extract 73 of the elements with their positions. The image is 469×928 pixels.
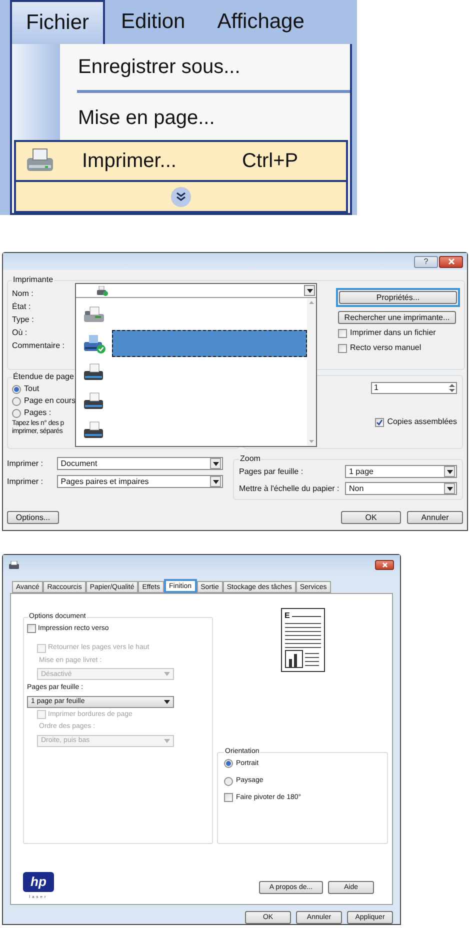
text-lines-drawing — [284, 622, 320, 648]
help-button[interactable]: ? — [414, 256, 438, 268]
field-label: Nom : — [12, 288, 34, 299]
radio-button[interactable] — [224, 776, 233, 786]
printer-icon — [82, 392, 106, 412]
checkbox-label: Recto verso manuel — [350, 342, 422, 354]
dropdown-arrow-icon — [306, 288, 312, 292]
spin-box[interactable]: 1 — [371, 382, 457, 394]
button[interactable]: Options... — [7, 511, 59, 524]
text-lines-drawing — [304, 652, 318, 668]
expand-chevron-icon[interactable] — [170, 186, 192, 208]
checkbox[interactable] — [224, 793, 233, 802]
menu-bar-item[interactable]: Edition — [105, 0, 202, 44]
group-title: Imprimante — [12, 274, 54, 286]
radio-label: Pages : — [24, 407, 52, 419]
radio-button[interactable] — [12, 396, 21, 406]
scrollbar[interactable] — [307, 298, 316, 446]
spin-arrows-icon — [448, 383, 456, 393]
button[interactable]: OK — [341, 511, 401, 524]
dropdown-arrow-icon — [212, 480, 218, 484]
printer-check-icon — [82, 334, 106, 354]
field-label: Imprimer : — [7, 458, 44, 470]
field-label: Mettre à l'échelle du papier : — [239, 482, 340, 494]
checkbox-label: Copies assemblées — [387, 416, 457, 428]
combo-box[interactable]: Document — [56, 457, 223, 470]
dropdown-arrow-icon — [164, 700, 170, 704]
page-preview: E — [280, 608, 324, 672]
menu-bar-item[interactable]: Fichier — [10, 0, 106, 44]
printer-icon — [82, 362, 106, 382]
field-label: Type : — [12, 314, 35, 325]
printer-check-icon — [96, 286, 108, 296]
button[interactable]: Rechercher une imprimante... — [338, 311, 456, 324]
field-label: Imprimer : — [7, 476, 44, 488]
dropdown-arrow-icon — [164, 672, 170, 676]
checkbox-label: Imprimer dans un fichier — [350, 327, 436, 339]
radio-button[interactable] — [12, 408, 21, 418]
close-icon — [448, 258, 454, 265]
dropdown-arrow-icon — [446, 486, 452, 490]
printer-icon — [9, 560, 19, 570]
dropdown-arrow-icon — [446, 470, 452, 474]
field-label: État : — [12, 301, 32, 312]
field-label: Commentaire : — [12, 340, 66, 351]
checkbox[interactable] — [27, 624, 36, 634]
scroll-up-icon[interactable] — [309, 301, 314, 304]
checkbox[interactable] — [338, 344, 347, 352]
printer-icon — [82, 420, 106, 440]
logo: hp — [23, 872, 54, 892]
menu-bar-item[interactable]: Affichage — [201, 0, 320, 44]
group-title: Étendue de page — [12, 371, 75, 383]
checkbox[interactable] — [338, 328, 347, 338]
group-title: Zoom — [239, 453, 262, 465]
combo-box[interactable]: Pages paires et impaires — [56, 475, 223, 488]
fax-icon — [82, 304, 106, 324]
radio-button[interactable] — [224, 759, 233, 768]
button[interactable]: Propriétés... — [339, 291, 457, 304]
combo-box[interactable] — [76, 284, 316, 298]
radio-button[interactable] — [12, 384, 21, 394]
field-label: Pages par feuille : — [239, 466, 304, 478]
scroll-down-icon[interactable] — [309, 440, 314, 443]
bar-chart-icon — [284, 650, 302, 668]
dropdown-arrow-icon — [164, 738, 170, 742]
close-button[interactable] — [375, 560, 394, 570]
combo-box[interactable]: 1 page — [345, 465, 457, 478]
combo-box[interactable]: Non — [345, 482, 457, 495]
close-icon — [382, 562, 388, 568]
close-button[interactable] — [439, 256, 463, 268]
field-label: Où : — [12, 327, 28, 338]
radio-label: Tout — [24, 383, 40, 395]
checkbox[interactable] — [375, 418, 384, 426]
dropdown-arrow-icon — [212, 462, 218, 466]
radio-label: Page en cours — [24, 395, 76, 407]
button[interactable]: Annuler — [407, 511, 463, 524]
menu-item[interactable]: Imprimer... Ctrl+P — [14, 140, 348, 182]
